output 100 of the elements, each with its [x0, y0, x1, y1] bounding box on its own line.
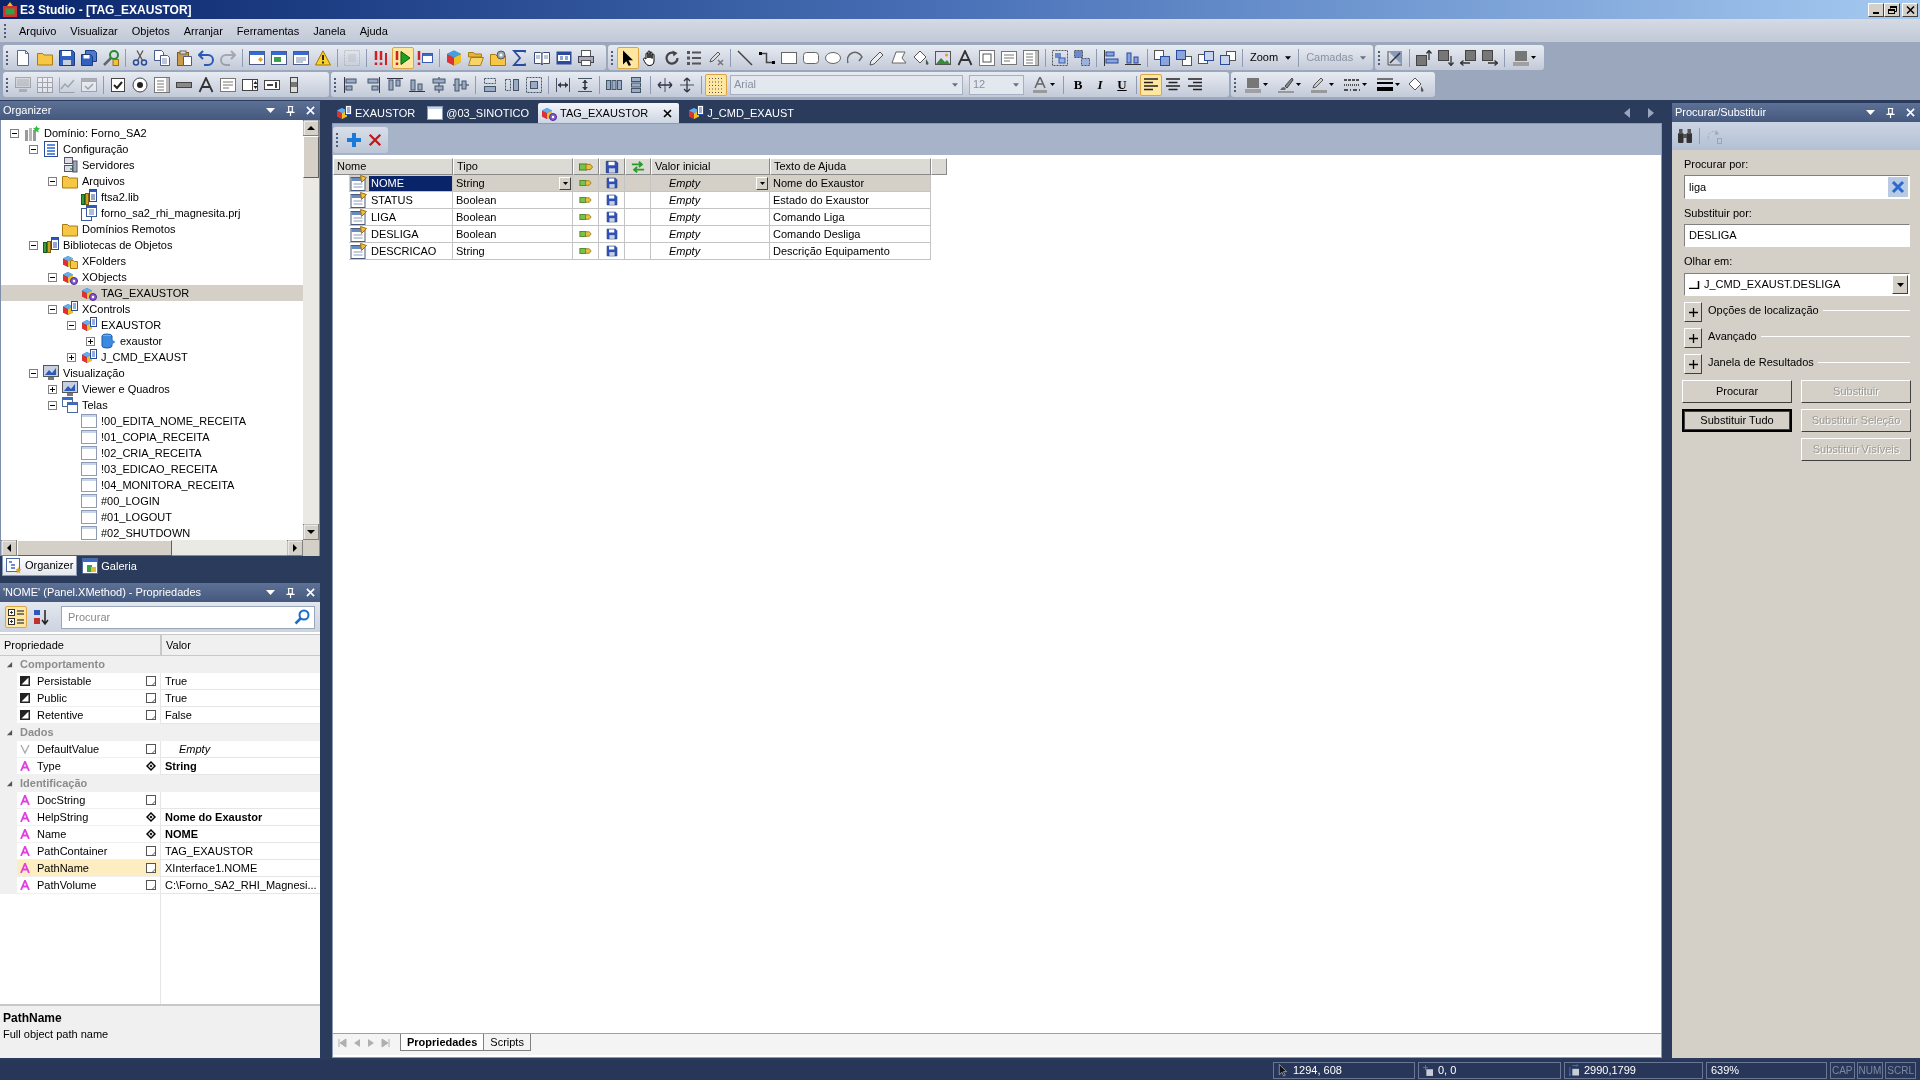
minus-box-icon[interactable]: [48, 400, 57, 410]
menu-item[interactable]: Objetos: [124, 21, 177, 40]
toolbar-button[interactable]: [705, 73, 727, 96]
bold-button[interactable]: B: [1067, 73, 1089, 96]
tree-item[interactable]: XControls: [1, 301, 303, 317]
clear-icon[interactable]: [1888, 177, 1908, 197]
tree-item[interactable]: XFolders: [1, 253, 303, 269]
menu-item[interactable]: Ajuda: [352, 21, 395, 40]
column-header[interactable]: Valor: [162, 635, 320, 655]
scope-dropdown[interactable]: J_CMD_EXAUST.DESLIGA: [1684, 273, 1910, 296]
scroll-left-arrow-icon[interactable]: [1, 540, 17, 556]
scroll-thumb[interactable]: [17, 540, 172, 556]
plus-box-icon[interactable]: [48, 384, 57, 394]
minus-box-icon[interactable]: [48, 176, 57, 186]
underline-button[interactable]: U: [1111, 73, 1133, 96]
property-name[interactable]: HelpString: [17, 809, 160, 826]
tree-item[interactable]: Configuração: [1, 141, 303, 157]
tree-item[interactable]: Domínios Remotos: [1, 221, 303, 237]
property-name[interactable]: DocString: [17, 792, 160, 809]
tree-item[interactable]: !04_MONITORA_RECEITA: [1, 477, 303, 493]
value-field[interactable]: NOME: [160, 826, 320, 843]
pin-icon[interactable]: [285, 105, 296, 116]
column-header[interactable]: Valor inicial: [651, 158, 770, 175]
property-name[interactable]: DefaultValue: [17, 741, 160, 758]
sheet-tab[interactable]: Scripts: [484, 1034, 531, 1051]
scroll-thumb[interactable]: [303, 136, 319, 178]
dropdown-button[interactable]: [1892, 275, 1908, 294]
column-header[interactable]: [625, 158, 651, 175]
document-tab[interactable]: EXAUSTOR: [333, 103, 419, 123]
column-header[interactable]: Nome: [333, 158, 453, 175]
minus-box-icon[interactable]: [48, 304, 57, 314]
tree-item[interactable]: Arquivos: [1, 173, 303, 189]
column-header[interactable]: [573, 158, 599, 175]
search-field[interactable]: liga: [1684, 175, 1910, 199]
plus-box-icon[interactable]: [86, 336, 95, 346]
scroll-right-arrow-icon[interactable]: [287, 540, 303, 556]
collapse-triangle-icon[interactable]: [6, 661, 13, 668]
dropdown-button[interactable]: [756, 176, 768, 190]
minus-box-icon[interactable]: [10, 128, 19, 138]
minimize-button[interactable]: [1868, 2, 1884, 17]
replace-field[interactable]: DESLIGA: [1684, 224, 1910, 247]
menu-item[interactable]: Ferramentas: [229, 21, 307, 40]
tree-item[interactable]: Domínio: Forno_SA2: [1, 125, 303, 141]
value-field[interactable]: String: [160, 758, 320, 775]
tree-item[interactable]: Viewer e Quadros: [1, 381, 303, 397]
tree-item[interactable]: TAG_EXAUSTOR: [1, 285, 303, 301]
property-name[interactable]: PathVolume: [17, 877, 160, 894]
close-button[interactable]: [1902, 2, 1918, 17]
value-field[interactable]: True: [160, 673, 320, 690]
property-name[interactable]: PathName: [17, 860, 160, 877]
value-field[interactable]: TAG_EXAUSTOR: [160, 843, 320, 860]
tree-item[interactable]: #00_LOGIN: [1, 493, 303, 509]
italic-button[interactable]: I: [1089, 73, 1111, 96]
value-field[interactable]: True: [160, 690, 320, 707]
property-name[interactable]: Name: [17, 826, 160, 843]
tree-item[interactable]: !00_EDITA_NOME_RECEITA: [1, 413, 303, 429]
minus-box-icon[interactable]: [29, 240, 38, 250]
menu-item[interactable]: Arranjar: [176, 21, 230, 40]
dropdown-button[interactable]: Zoom: [1246, 46, 1296, 69]
value-field[interactable]: False: [160, 707, 320, 724]
plus-icon[interactable]: [346, 132, 362, 148]
value-field[interactable]: XInterface1.NOME: [160, 860, 320, 877]
expand-button[interactable]: [1684, 328, 1702, 348]
toolbar-button[interactable]: [617, 46, 639, 69]
pin-icon[interactable]: [1885, 107, 1896, 118]
value-field[interactable]: [160, 792, 320, 809]
pin-icon[interactable]: [285, 587, 296, 598]
tree-item[interactable]: forno_sa2_rhi_magnesita.prj: [1, 205, 303, 221]
tree-item[interactable]: Visualização: [1, 365, 303, 381]
tree-item[interactable]: XObjects: [1, 269, 303, 285]
tree-item[interactable]: #01_LOGOUT: [1, 509, 303, 525]
panel-tab[interactable]: Galeria: [79, 556, 140, 576]
tree-item[interactable]: EXAUSTOR: [1, 317, 303, 333]
minus-box-icon[interactable]: [48, 272, 57, 282]
tree-item[interactable]: ftsa2.lib: [1, 189, 303, 205]
tree-item[interactable]: !02_CRIA_RECEITA: [1, 445, 303, 461]
close-icon[interactable]: [663, 108, 673, 118]
categorized-view-button[interactable]: [5, 606, 27, 628]
scroll-left-icon[interactable]: [1624, 108, 1630, 118]
property-name[interactable]: Persistable: [17, 673, 160, 690]
menu-caret-icon[interactable]: [1866, 110, 1875, 115]
value-field[interactable]: Empty: [160, 741, 320, 758]
column-header[interactable]: [599, 158, 625, 175]
property-name[interactable]: Type: [17, 758, 160, 775]
tree-item[interactable]: Bibliotecas de Objetos: [1, 237, 303, 253]
collapse-triangle-icon[interactable]: [6, 729, 13, 736]
property-name[interactable]: Retentive: [17, 707, 160, 724]
delete-icon[interactable]: [368, 133, 382, 147]
tree-item[interactable]: !01_COPIA_RECEITA: [1, 429, 303, 445]
sheet-tab[interactable]: Propriedades: [400, 1034, 485, 1051]
scroll-right-icon[interactable]: [1648, 108, 1654, 118]
value-field[interactable]: Nome do Exaustor: [160, 809, 320, 826]
minus-box-icon[interactable]: [29, 368, 38, 378]
document-tab[interactable]: J_CMD_EXAUST: [685, 103, 798, 123]
search-icon[interactable]: [294, 609, 310, 625]
expand-button[interactable]: [1684, 302, 1702, 322]
minus-box-icon[interactable]: [67, 320, 76, 330]
tree-item[interactable]: Telas: [1, 397, 303, 413]
tree-item[interactable]: #02_SHUTDOWN: [1, 525, 303, 540]
column-header[interactable]: Tipo: [453, 158, 573, 175]
